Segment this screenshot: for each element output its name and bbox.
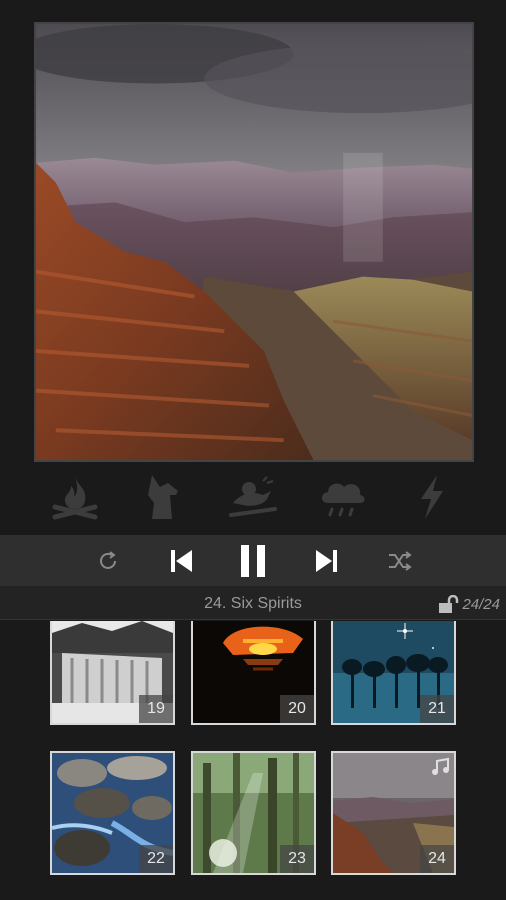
track-grid: 19 20 21 22 23 24: [0, 621, 506, 900]
music-note-icon: [432, 757, 449, 775]
previous-track-button[interactable]: [164, 535, 198, 586]
shuffle-icon: [389, 550, 412, 571]
track-tile-24[interactable]: 24: [331, 751, 456, 875]
track-tile-23[interactable]: 23: [191, 751, 316, 875]
track-title: 24. Six Spirits: [204, 595, 302, 612]
track-number: 22: [139, 845, 173, 873]
repeat-icon: [100, 550, 116, 569]
track-tile-19[interactable]: 19: [50, 621, 175, 725]
bird-button[interactable]: [223, 469, 283, 525]
now-playing-bar: 24. Six Spirits 24/24: [0, 586, 506, 620]
lightning-icon: [421, 475, 444, 519]
unlock-icon: [439, 595, 459, 613]
next-track-button[interactable]: [310, 535, 344, 586]
campfire-button[interactable]: [45, 469, 105, 525]
pause-icon: [241, 544, 265, 577]
ambient-sounds-row: [0, 466, 506, 528]
wolf-button[interactable]: [134, 469, 194, 525]
next-track-icon: [316, 549, 337, 572]
rain-button[interactable]: [312, 469, 372, 525]
track-counter[interactable]: 24/24: [438, 595, 500, 613]
track-number: 20: [280, 695, 314, 723]
rain-cloud-icon: [322, 483, 365, 517]
track-counter-text: 24/24: [462, 595, 500, 613]
shuffle-button[interactable]: [384, 535, 416, 586]
playback-controls: [0, 535, 506, 586]
track-number: 23: [280, 845, 314, 873]
bird-icon: [228, 476, 277, 517]
track-tile-21[interactable]: 21: [331, 621, 456, 725]
track-number: 21: [420, 695, 454, 723]
previous-track-icon: [171, 549, 192, 572]
thunder-button[interactable]: [401, 469, 461, 525]
track-number: 24: [420, 845, 454, 873]
track-number: 19: [139, 695, 173, 723]
track-tile-20[interactable]: 20: [191, 621, 316, 725]
campfire-icon: [52, 477, 98, 520]
repeat-button[interactable]: [92, 535, 124, 586]
album-artwork: [34, 22, 474, 462]
wolf-icon: [147, 475, 178, 519]
pause-button[interactable]: [234, 535, 272, 586]
track-tile-22[interactable]: 22: [50, 751, 175, 875]
